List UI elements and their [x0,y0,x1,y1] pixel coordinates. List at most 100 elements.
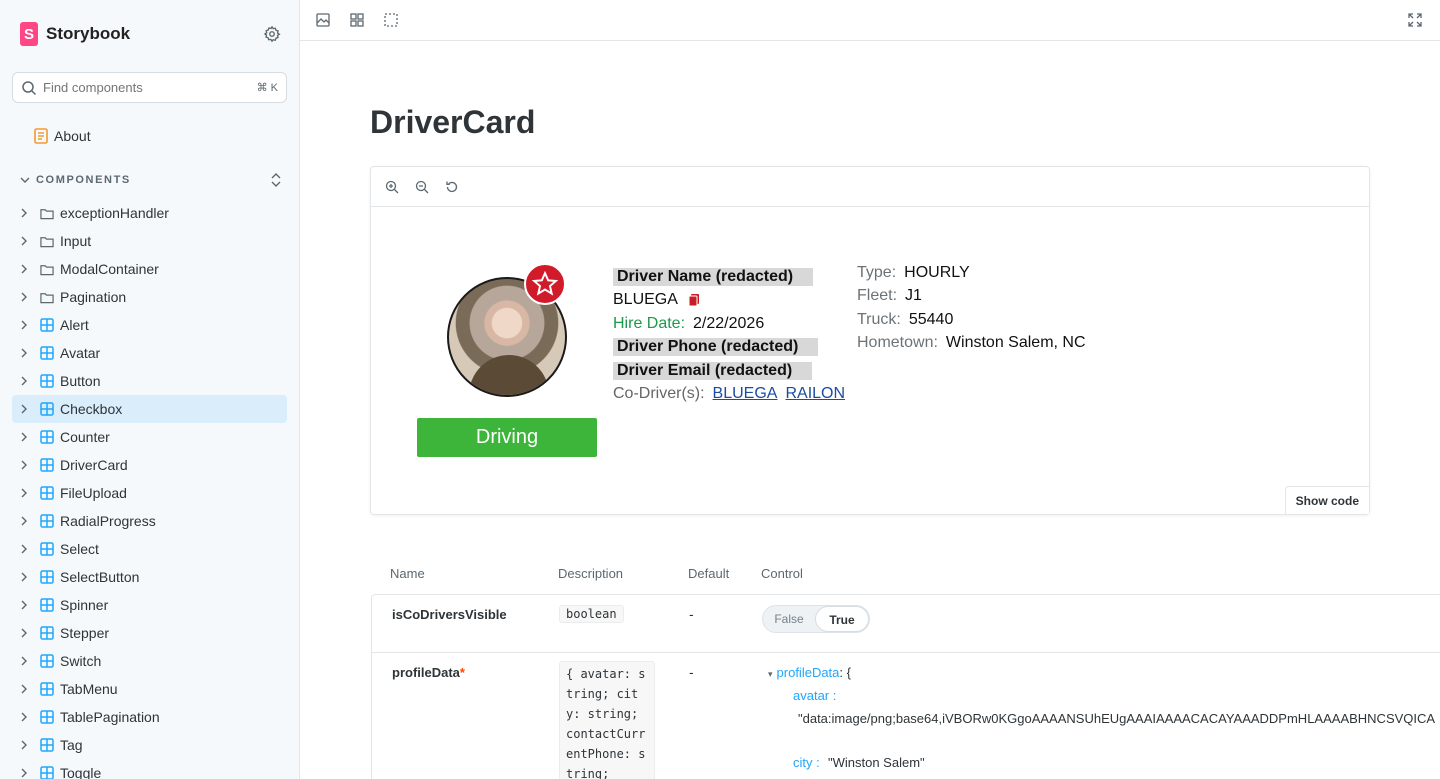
chevron-right-icon[interactable] [20,572,34,582]
status-button[interactable]: Driving [417,418,597,457]
hometown-label: Hometown: [857,334,938,352]
fullscreen-icon[interactable] [1408,13,1422,27]
sidebar-item-exceptionhandler[interactable]: exceptionHandler [12,199,287,227]
sidebar-item-input[interactable]: Input [12,227,287,255]
image-background-icon[interactable] [316,13,330,27]
sidebar-item-label: Tag [60,737,83,753]
column-header-default: Default [688,566,730,581]
required-mark: * [459,665,465,680]
chevron-down-icon[interactable]: ▾ [768,669,773,679]
sidebar-item-selectbutton[interactable]: SelectButton [12,563,287,591]
component-icon [40,514,54,528]
chevron-right-icon[interactable] [20,544,34,554]
chevron-right-icon[interactable] [20,320,34,330]
codriver-link[interactable]: RAILON [785,385,845,403]
chevron-right-icon[interactable] [20,264,34,274]
sidebar-item-drivercard[interactable]: DriverCard [12,451,287,479]
json-root[interactable]: ▾ profileData: { [768,665,851,680]
show-code-button[interactable]: Show code [1284,486,1369,514]
settings-gear-icon[interactable] [263,25,281,43]
sidebar-item-modalcontainer[interactable]: ModalContainer [12,255,287,283]
copy-icon[interactable] [688,293,700,307]
arg-type: { avatar: string; city: string; contactC… [559,661,655,779]
hire-date-value: 2/22/2026 [693,314,765,332]
sidebar-item-spinner[interactable]: Spinner [12,591,287,619]
chevron-right-icon[interactable] [20,236,34,246]
expand-collapse-icon[interactable] [270,172,282,188]
sidebar-item-fileupload[interactable]: FileUpload [12,479,287,507]
chevron-right-icon[interactable] [20,740,34,750]
codriver-link[interactable]: BLUEGA [713,385,778,403]
sidebar-item-label: Toggle [60,765,102,779]
story-canvas: Driving Driver Name (redacted) BLUEGA Hi… [370,166,1370,515]
grid-icon[interactable] [350,13,364,27]
args-table: isCoDriversVisible boolean - False True … [371,594,1440,779]
sidebar-item-counter[interactable]: Counter [12,423,287,451]
chevron-right-icon[interactable] [20,348,34,358]
sidebar-item-about[interactable]: About [34,128,91,144]
json-value[interactable]: "data:image/png;base64,iVBORw0KGgoAAAANS… [798,711,1435,726]
json-key[interactable]: avatar : [793,688,836,703]
components-section-header[interactable]: COMPONENTS [20,172,282,188]
reset-zoom-icon[interactable] [445,180,459,194]
sidebar-item-label: TabMenu [60,681,118,697]
chevron-right-icon[interactable] [20,432,34,442]
sidebar-item-tabmenu[interactable]: TabMenu [12,675,287,703]
outline-icon[interactable] [384,13,398,27]
chevron-right-icon[interactable] [20,292,34,302]
chevron-right-icon[interactable] [20,488,34,498]
sidebar-item-toggle[interactable]: Toggle [12,759,287,779]
codrivers-label: Co-Driver(s): [613,385,705,403]
sidebar-item-label: SelectButton [60,569,140,585]
sidebar-item-select[interactable]: Select [12,535,287,563]
column-header-name: Name [390,566,425,581]
search-input[interactable] [43,80,257,95]
arg-default: - [689,664,694,680]
chevron-right-icon[interactable] [20,208,34,218]
chevron-right-icon[interactable] [20,516,34,526]
toggle-true[interactable]: True [815,606,869,632]
sidebar-item-avatar[interactable]: Avatar [12,339,287,367]
component-icon [40,318,54,332]
sidebar-item-pagination[interactable]: Pagination [12,283,287,311]
sidebar-item-tag[interactable]: Tag [12,731,287,759]
sidebar-item-radialprogress[interactable]: RadialProgress [12,507,287,535]
toolbar [300,0,1440,41]
sidebar-item-checkbox[interactable]: Checkbox [12,395,287,423]
json-key[interactable]: city : [793,755,820,770]
driver-email: Driver Email (redacted) [613,361,813,380]
component-icon [40,458,54,472]
chevron-right-icon[interactable] [20,712,34,722]
sidebar-item-tablepagination[interactable]: TablePagination [12,703,287,731]
arg-name: isCoDriversVisible [392,607,507,622]
component-icon [40,374,54,388]
sidebar-item-switch[interactable]: Switch [12,647,287,675]
sidebar-item-label: Spinner [60,597,109,613]
chevron-right-icon[interactable] [20,656,34,666]
search-shortcut: ⌘ K [256,82,278,94]
column-header-control: Control [761,566,803,581]
search-box[interactable]: ⌘ K [12,72,287,103]
sidebar-item-button[interactable]: Button [12,367,287,395]
toggle-false[interactable]: False [763,606,815,632]
zoom-out-icon[interactable] [415,180,429,194]
chevron-right-icon[interactable] [20,600,34,610]
zoom-in-icon[interactable] [385,180,399,194]
boolean-toggle[interactable]: False True [762,605,870,633]
chevron-right-icon[interactable] [20,460,34,470]
component-icon [40,598,54,612]
chevron-right-icon[interactable] [20,684,34,694]
json-value[interactable]: "Winston Salem" [828,755,925,770]
sidebar-item-stepper[interactable]: Stepper [12,619,287,647]
sidebar-item-alert[interactable]: Alert [12,311,287,339]
page-title: DriverCard [370,104,536,140]
chevron-right-icon[interactable] [20,628,34,638]
chevron-right-icon[interactable] [20,768,34,778]
driver-code: BLUEGA [613,291,678,309]
chevron-right-icon[interactable] [20,404,34,414]
component-tree: exceptionHandler Input ModalContainer Pagin… [12,199,287,779]
folder-icon [40,206,54,220]
chevron-right-icon[interactable] [20,376,34,386]
json-root-key: profileData [776,665,840,680]
brand[interactable]: S Storybook [20,22,130,46]
